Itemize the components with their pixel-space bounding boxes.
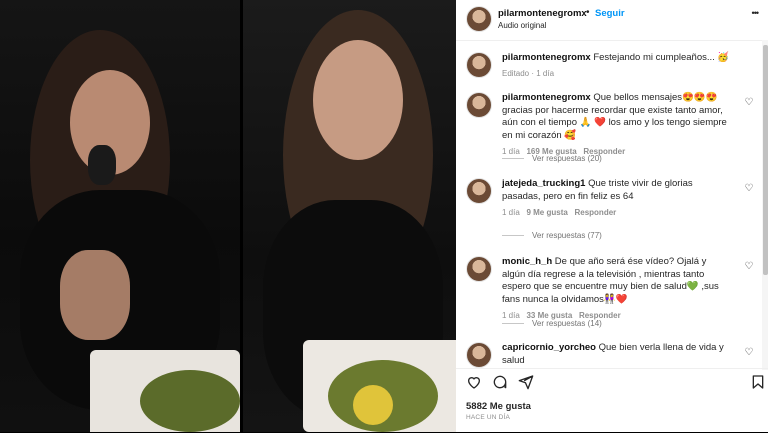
comment-time[interactable]: 1 día <box>502 208 520 217</box>
post-timestamp: HACE UN DÍA <box>466 414 511 421</box>
comment-item: jatejeda_trucking1 Que triste vivir de g… <box>466 178 756 244</box>
comment-avatar[interactable] <box>466 342 492 368</box>
view-replies-label[interactable]: Ver respuestas (14) <box>532 319 602 328</box>
comment-avatar[interactable] <box>466 92 492 118</box>
replies-line <box>502 323 524 325</box>
view-replies-label[interactable]: Ver respuestas (77) <box>532 231 602 240</box>
comment-meta: 1 día 9 Me gusta Responder <box>502 208 732 217</box>
follow-button[interactable]: Seguir <box>595 8 625 19</box>
view-replies-button[interactable]: Ver respuestas (14) <box>502 319 602 328</box>
comment-body: pilarmontenegromx Que bellos mensajes😍😍😍… <box>502 92 732 156</box>
comment-avatar[interactable] <box>466 256 492 282</box>
audio-label[interactable]: Audio original <box>498 21 546 30</box>
comment-like-icon[interactable]: ♡ <box>744 98 754 108</box>
comment-likes[interactable]: 9 Me gusta <box>526 208 567 217</box>
post-likes[interactable]: 5882 Me gusta <box>466 401 531 412</box>
post-actions: 5882 Me gusta HACE UN DÍA <box>456 368 768 433</box>
comment-like-icon[interactable]: ♡ <box>744 262 754 272</box>
comment-like-icon[interactable]: ♡ <box>744 348 754 358</box>
post-video[interactable] <box>0 0 456 432</box>
more-options-icon[interactable]: ••• <box>752 8 760 18</box>
author-avatar[interactable] <box>466 6 492 32</box>
video-frame-left <box>0 0 240 432</box>
comment-item: monic_h_h De que año será ése vídeo? Oja… <box>466 256 756 332</box>
caption-text: Festejando mi cumpleaños... 🥳 <box>593 52 730 63</box>
comment-like-icon[interactable]: ♡ <box>744 184 754 194</box>
caption-avatar[interactable] <box>466 52 492 78</box>
bookmark-icon[interactable] <box>750 374 766 390</box>
scrollbar-thumb[interactable] <box>763 45 768 275</box>
heart-icon[interactable] <box>466 374 482 390</box>
comment-body: jatejeda_trucking1 Que triste vivir de g… <box>502 178 732 217</box>
post-sidebar: pilarmontenegromx • Seguir Audio origina… <box>456 0 768 432</box>
replies-line <box>502 235 524 237</box>
comment-username[interactable]: monic_h_h <box>502 256 552 267</box>
author-username[interactable]: pilarmontenegromx <box>498 8 587 19</box>
view-replies-button[interactable]: Ver respuestas (77) <box>502 231 602 240</box>
post-header: pilarmontenegromx • Seguir Audio origina… <box>456 0 768 41</box>
caption: pilarmontenegromx Festejando mi cumpleañ… <box>466 52 756 82</box>
replies-line <box>502 158 524 160</box>
comment-body: monic_h_h De que año será ése vídeo? Oja… <box>502 256 732 320</box>
comment-item: pilarmontenegromx Que bellos mensajes😍😍😍… <box>466 92 756 166</box>
comment-username[interactable]: jatejeda_trucking1 <box>502 178 585 189</box>
view-replies-button[interactable]: Ver respuestas (20) <box>502 154 602 163</box>
caption-username[interactable]: pilarmontenegromx <box>502 52 591 63</box>
share-icon[interactable] <box>518 374 534 390</box>
caption-body: pilarmontenegromx Festejando mi cumpleañ… <box>502 52 752 78</box>
view-replies-label[interactable]: Ver respuestas (20) <box>532 154 602 163</box>
comment-avatar[interactable] <box>466 178 492 204</box>
reply-button[interactable]: Responder <box>574 208 616 217</box>
video-frame-right <box>243 0 456 432</box>
comment-username[interactable]: capricornio_yorcheo <box>502 342 596 353</box>
comment-icon[interactable] <box>492 374 508 390</box>
comment-item: capricornio_yorcheo Que bien verla llena… <box>466 342 756 368</box>
caption-meta: Editado · 1 día <box>502 68 555 78</box>
comment-body: capricornio_yorcheo Que bien verla llena… <box>502 342 732 367</box>
comment-username[interactable]: pilarmontenegromx <box>502 92 591 103</box>
header-separator: • <box>586 7 590 18</box>
